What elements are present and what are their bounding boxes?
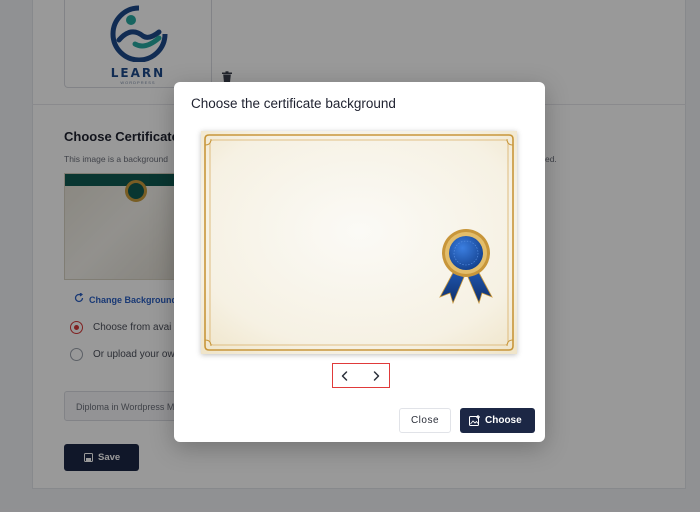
chevron-right-icon[interactable] bbox=[367, 367, 385, 385]
modal-title: Choose the certificate background bbox=[191, 96, 396, 111]
choose-button-label: Choose bbox=[485, 415, 522, 426]
background-pager bbox=[332, 363, 390, 388]
close-button[interactable]: Close bbox=[399, 408, 451, 433]
chevron-left-icon[interactable] bbox=[336, 367, 354, 385]
choose-button[interactable]: Choose bbox=[460, 408, 535, 433]
certificate-background-modal: Choose the certificate background Close … bbox=[174, 82, 545, 442]
certificate-background-preview bbox=[201, 131, 517, 354]
image-add-icon bbox=[469, 415, 480, 426]
